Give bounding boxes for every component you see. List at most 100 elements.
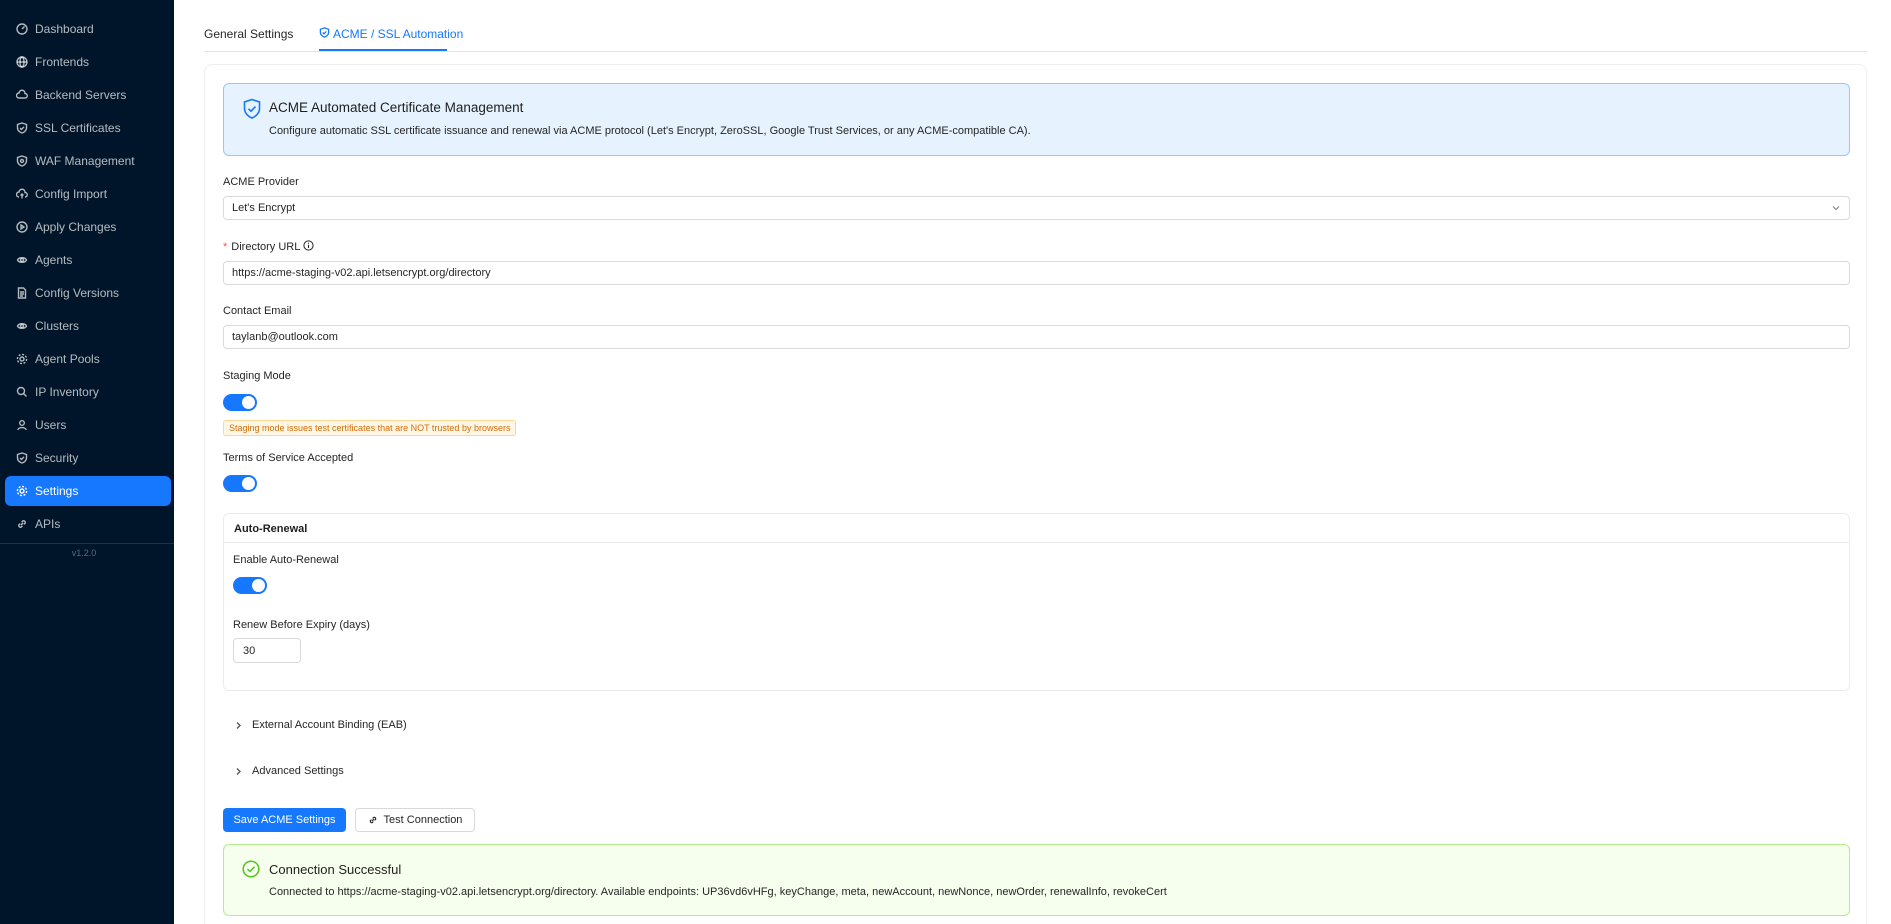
alert-title: ACME Automated Certificate Management — [269, 100, 524, 115]
success-description: Connected to https://acme-staging-v02.ap… — [269, 886, 1167, 898]
contact-email-input[interactable]: taylanb@outlook.com — [223, 325, 1850, 349]
sidebar-item-label: Agent Pools — [35, 352, 100, 366]
search-icon — [15, 386, 28, 399]
auto-renewal-switch[interactable] — [233, 577, 267, 594]
security-shield-icon — [15, 452, 28, 465]
switch-knob — [252, 579, 265, 592]
eab-title: External Account Binding (EAB) — [252, 719, 407, 731]
sidebar-divider — [0, 543, 174, 544]
renew-days-value: 30 — [243, 644, 256, 657]
dashboard-icon — [15, 23, 28, 36]
directory-url-input[interactable]: https://acme-staging-v02.api.letsencrypt… — [223, 261, 1850, 285]
switch-knob — [242, 396, 255, 409]
sidebar-item-ip-inventory[interactable]: IP Inventory — [5, 377, 171, 407]
renew-days-input[interactable]: 30 — [233, 638, 301, 663]
advanced-settings-title: Advanced Settings — [252, 765, 344, 777]
tab-label: General Settings — [204, 27, 294, 41]
user-icon — [15, 419, 28, 432]
active-tab-indicator — [319, 49, 447, 51]
acme-settings-card — [204, 64, 1867, 924]
chevron-right-icon — [236, 721, 241, 729]
sidebar-item-dashboard[interactable]: Dashboard — [5, 14, 171, 44]
staging-warning-tag: Staging mode issues test certificates th… — [223, 420, 517, 436]
sidebar-item-apply-changes[interactable]: Apply Changes — [5, 212, 171, 242]
sidebar-item-clusters[interactable]: Clusters — [5, 311, 171, 341]
provider-select[interactable]: Let's Encrypt — [223, 196, 1850, 220]
sidebar-item-label: Agents — [35, 253, 73, 267]
sidebar-item-apis[interactable]: APIs — [5, 509, 171, 539]
shield-icon — [15, 155, 28, 168]
test-button-label: Test Connection — [383, 814, 463, 826]
tab-label: ACME / SSL Automation — [333, 27, 464, 41]
save-button-label: Save ACME Settings — [233, 814, 336, 826]
success-title: Connection Successful — [269, 862, 402, 877]
info-circle-icon[interactable] — [303, 240, 314, 251]
sidebar-item-label: Backend Servers — [35, 88, 127, 102]
cloud-server-icon — [15, 89, 28, 102]
link-icon — [369, 816, 376, 824]
auto-renewal-card: Auto-Renewal Enable Auto-Renewal Renew B… — [223, 513, 1850, 691]
sidebar-item-settings[interactable]: Settings — [5, 476, 171, 506]
directory-url-value: https://acme-staging-v02.api.letsencrypt… — [232, 267, 491, 279]
sidebar-item-label: WAF Management — [35, 154, 135, 168]
cloud-upload-icon — [15, 188, 28, 201]
shield-check-icon — [15, 122, 28, 135]
chevron-right-icon — [236, 767, 241, 775]
sidebar-item-label: Settings — [35, 484, 79, 498]
test-connection-button[interactable]: Test Connection — [355, 808, 475, 832]
sidebar-item-users[interactable]: Users — [5, 410, 171, 440]
sidebar-item-label: Config Versions — [35, 286, 120, 300]
sidebar-item-ssl-certificates[interactable]: SSL Certificates — [5, 113, 171, 143]
shield-check-icon — [319, 27, 333, 41]
sidebar-item-agent-pools[interactable]: Agent Pools — [5, 344, 171, 374]
check-circle-icon — [242, 860, 260, 878]
staging-label: Staging Mode — [223, 370, 291, 382]
sidebar: Dashboard Frontends Backend Servers SSL … — [0, 0, 174, 924]
enable-auto-renewal-label: Enable Auto-Renewal — [233, 554, 339, 566]
sidebar-item-label: Clusters — [35, 319, 80, 333]
settings-tabs: General Settings ACME / SSL Automation — [204, 0, 1867, 52]
staging-mode-switch[interactable] — [223, 394, 257, 411]
sidebar-item-frontends[interactable]: Frontends — [5, 47, 171, 77]
contact-email-value: taylanb@outlook.com — [232, 331, 338, 343]
sidebar-item-config-versions[interactable]: Config Versions — [5, 278, 171, 308]
auto-renewal-title: Auto-Renewal — [234, 523, 308, 535]
tab-general-settings[interactable]: General Settings — [204, 27, 293, 41]
play-circle-icon — [15, 221, 28, 234]
cluster-icon — [15, 320, 28, 333]
sidebar-item-label: SSL Certificates — [35, 121, 121, 135]
sidebar-item-config-import[interactable]: Config Import — [5, 179, 171, 209]
save-acme-settings-button[interactable]: Save ACME Settings — [223, 808, 346, 832]
advanced-settings-collapse-header[interactable]: Advanced Settings — [234, 765, 344, 777]
sidebar-item-label: Frontends — [35, 55, 90, 69]
provider-value: Let's Encrypt — [232, 202, 296, 214]
provider-label: ACME Provider — [223, 176, 299, 188]
gear-icon — [15, 353, 28, 366]
sidebar-item-label: Users — [35, 418, 67, 432]
sidebar-item-label: IP Inventory — [35, 385, 99, 399]
sidebar-item-security[interactable]: Security — [5, 443, 171, 473]
robot-icon — [15, 254, 28, 267]
eab-collapse-header[interactable]: External Account Binding (EAB) — [234, 719, 407, 731]
connection-success-alert: Connection Successful Connected to https… — [223, 844, 1850, 916]
sidebar-item-label: Apply Changes — [35, 220, 117, 234]
sidebar-item-backend-servers[interactable]: Backend Servers — [5, 80, 171, 110]
directory-label: Directory URL — [231, 241, 301, 253]
chevron-down-icon — [1831, 203, 1841, 213]
switch-knob — [242, 477, 255, 490]
tab-acme-ssl-automation[interactable]: ACME / SSL Automation — [319, 27, 463, 41]
sidebar-item-label: Dashboard — [35, 22, 94, 36]
tos-accepted-switch[interactable] — [223, 475, 257, 492]
sidebar-item-waf-management[interactable]: WAF Management — [5, 146, 171, 176]
shield-check-icon — [242, 98, 262, 120]
directory-label-row: * Directory URL — [223, 240, 314, 253]
email-label: Contact Email — [223, 305, 292, 317]
settings-gear-icon — [15, 485, 28, 498]
auto-renewal-header: Auto-Renewal — [224, 514, 1849, 543]
globe-icon — [15, 56, 28, 69]
required-mark: * — [223, 241, 228, 253]
renew-before-label: Renew Before Expiry (days) — [233, 619, 370, 631]
sidebar-item-label: APIs — [35, 517, 61, 531]
sidebar-item-agents[interactable]: Agents — [5, 245, 171, 275]
sidebar-item-label: Security — [35, 451, 79, 465]
